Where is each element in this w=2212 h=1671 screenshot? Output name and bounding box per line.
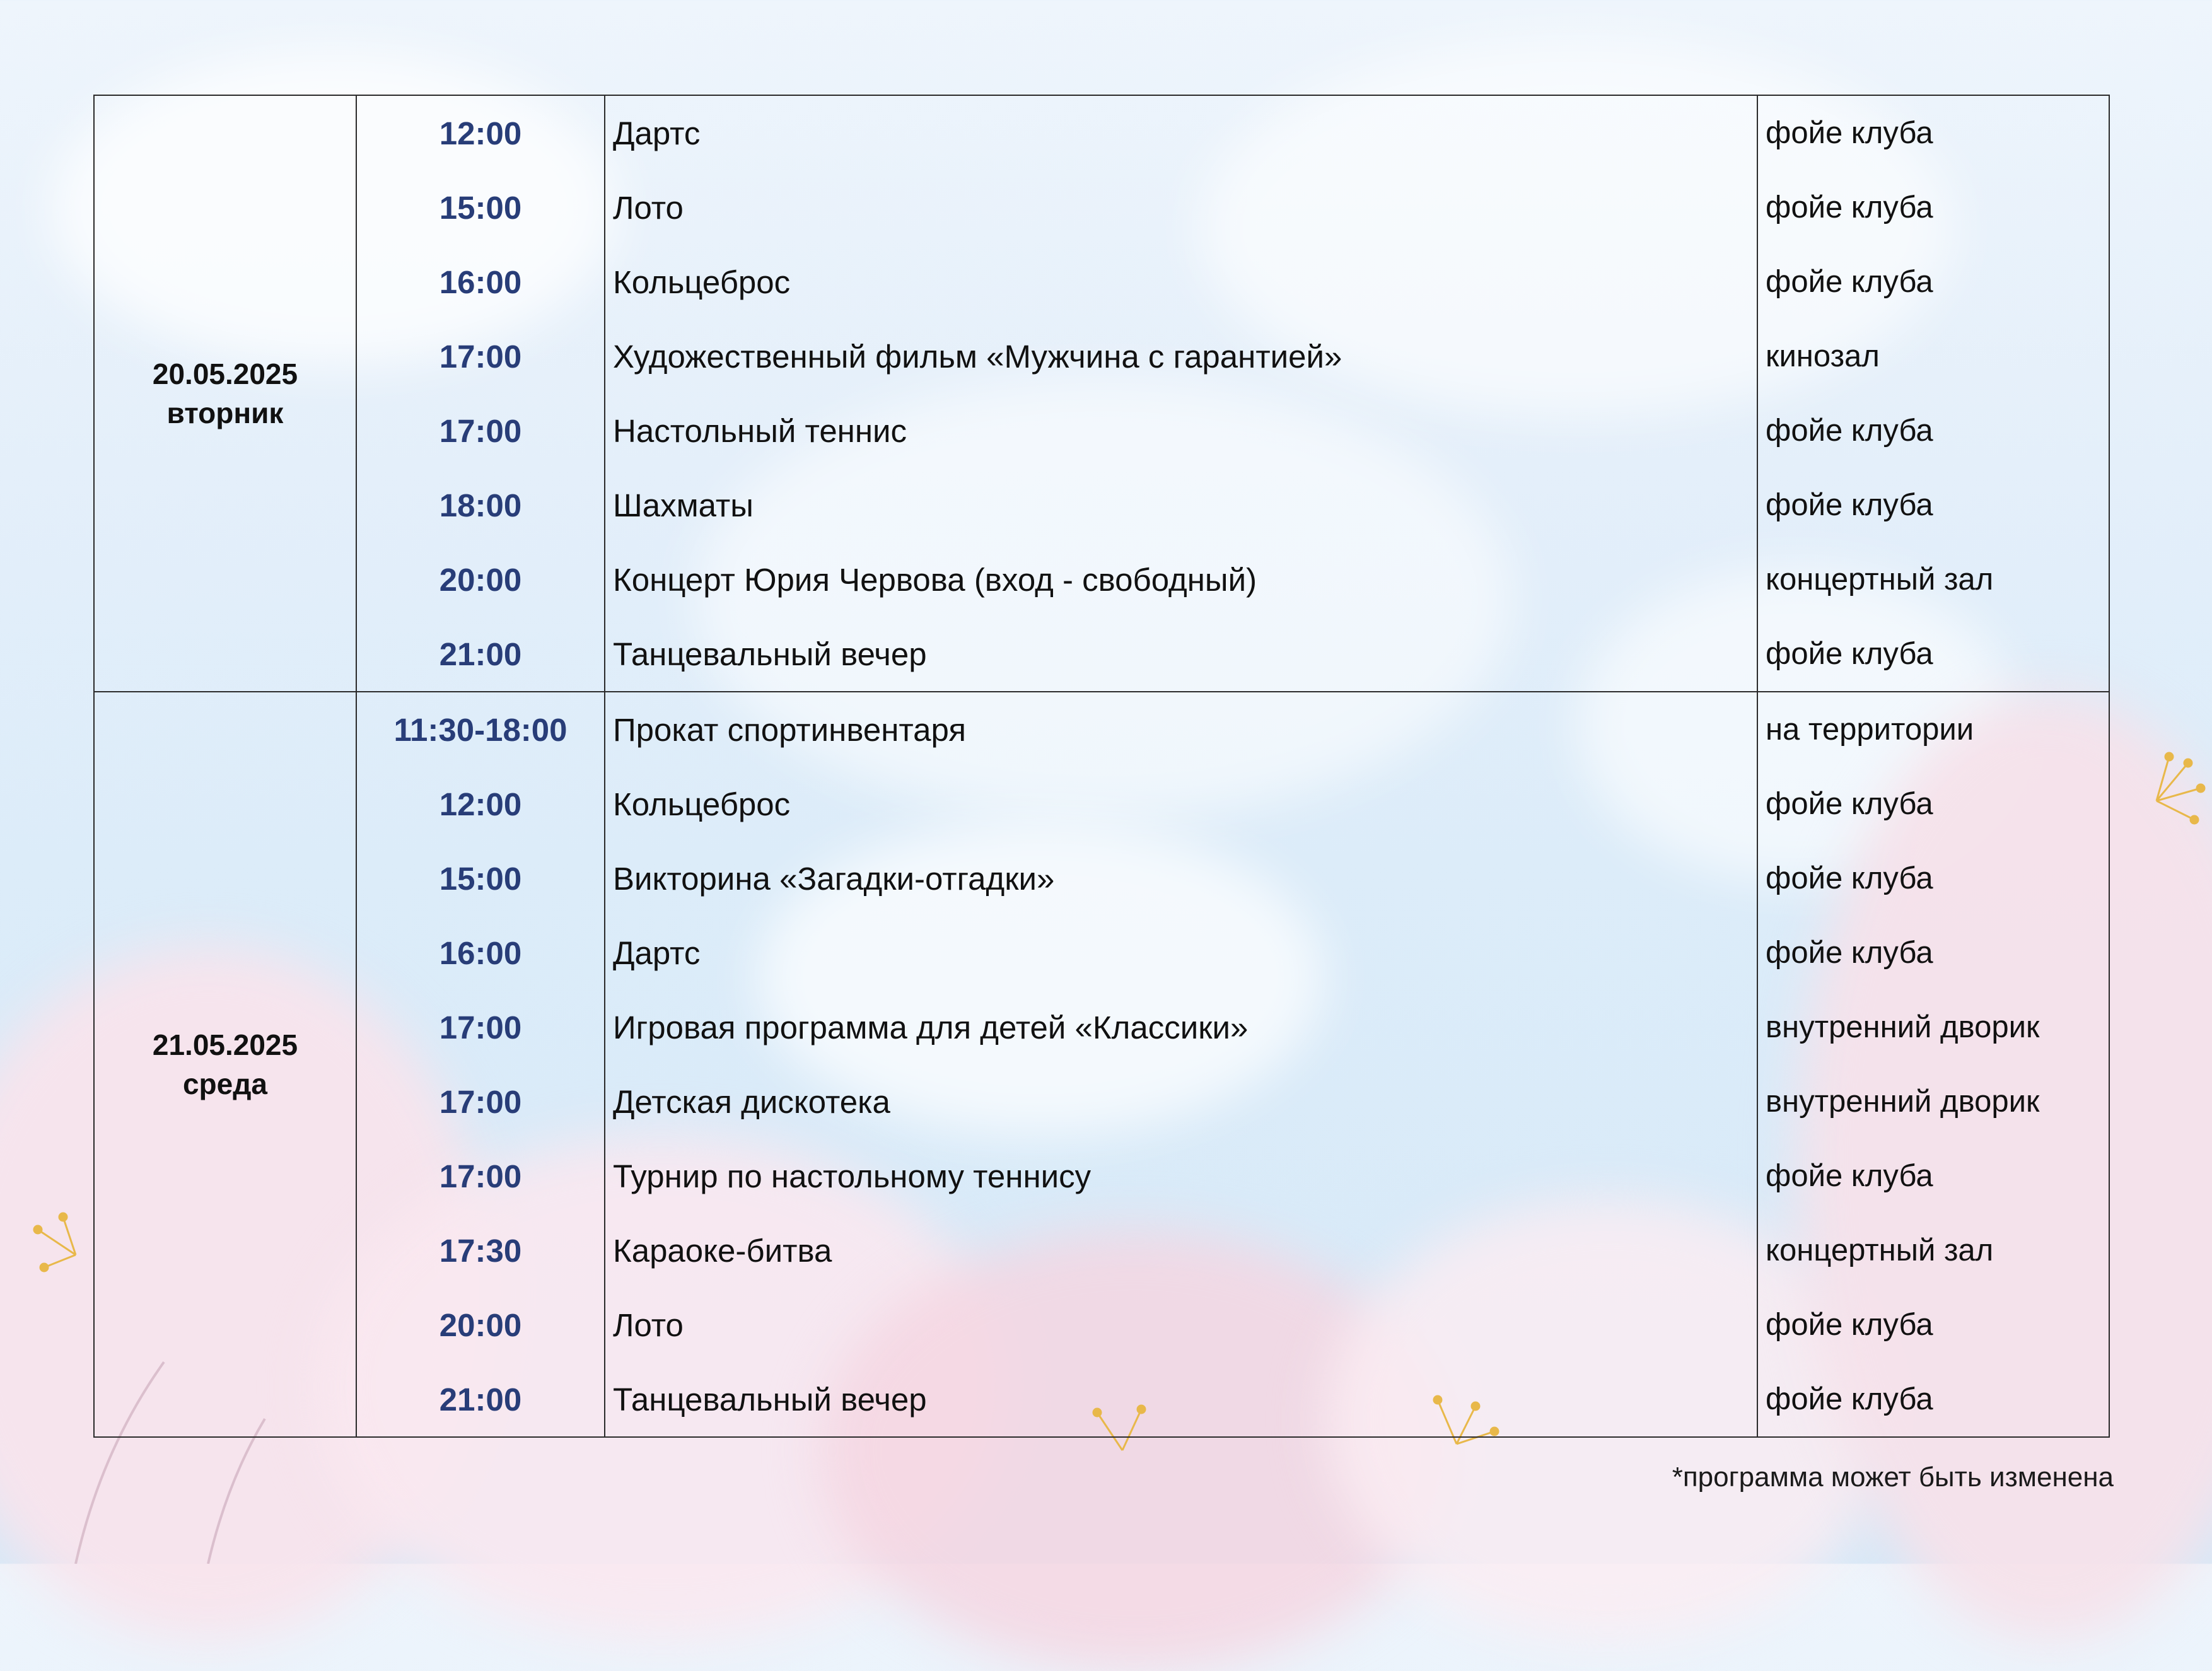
event-time: 11:30-18:00: [356, 691, 605, 767]
event-title: Детская дискотека: [604, 1064, 1758, 1139]
footnote: *программа может быть изменена: [1672, 1462, 2114, 1493]
event-title: Концерт Юрия Червова (вход - свободный): [604, 542, 1758, 617]
event-title: Прокат спортинвентаря: [604, 691, 1758, 767]
event-title: Художественный фильм «Мужчина с гарантие…: [604, 319, 1758, 393]
event-time: 17:00: [356, 1139, 605, 1213]
event-place: внутренний дворик: [1757, 1064, 2110, 1139]
event-schedule-table: 20.05.2025 вторник 12:00 Дартс фойе клуба 15:…: [93, 95, 2110, 1438]
event-title: Танцевальный вечер: [604, 617, 1758, 692]
event-time: 18:00: [356, 468, 605, 542]
event-time: 12:00: [356, 95, 605, 170]
event-time: 17:00: [356, 319, 605, 393]
event-place: фойе клуба: [1757, 1288, 2110, 1362]
schedule-row: 17:00 Турнир по настольному теннису фойе к…: [94, 1139, 2110, 1213]
schedule-row: 12:00 Кольцеброс фойе клуба: [94, 767, 2110, 841]
event-place: фойе клуба: [1757, 95, 2110, 170]
event-time: 16:00: [356, 245, 605, 319]
event-time: 20:00: [356, 542, 605, 617]
day-date: 20.05.2025: [152, 358, 298, 390]
event-title: Дартс: [604, 95, 1758, 170]
event-place: фойе клуба: [1757, 916, 2110, 990]
event-place: фойе клуба: [1757, 1139, 2110, 1213]
event-place: концертный зал: [1757, 1213, 2110, 1288]
event-place: фойе клуба: [1757, 393, 2110, 468]
schedule-row: 16:00 Дартс фойе клуба: [94, 916, 2110, 990]
event-time: 20:00: [356, 1288, 605, 1362]
schedule-row: 15:00 Викторина «Загадки-отгадки» фойе клу…: [94, 841, 2110, 916]
event-place: фойе клуба: [1757, 767, 2110, 841]
event-time: 15:00: [356, 841, 605, 916]
schedule-row: 17:30 Караоке-битва концертный зал: [94, 1213, 2110, 1288]
event-place: фойе клуба: [1757, 617, 2110, 692]
schedule-row: 20:00 Лото фойе клуба: [94, 1288, 2110, 1362]
event-place: кинозал: [1757, 319, 2110, 393]
event-title: Викторина «Загадки-отгадки»: [604, 841, 1758, 916]
event-time: 17:30: [356, 1213, 605, 1288]
schedule-row: 17:00 Настольный теннис фойе клуба: [94, 393, 2110, 468]
event-time: 17:00: [356, 990, 605, 1064]
day-date-cell: 21.05.2025 среда: [93, 691, 357, 1438]
event-title: Кольцеброс: [604, 767, 1758, 841]
schedule-row: 21:00 Танцевальный вечер фойе клуба: [94, 617, 2110, 692]
event-time: 17:00: [356, 393, 605, 468]
event-time: 17:00: [356, 1064, 605, 1139]
schedule-row: 20.05.2025 вторник 12:00 Дартс фойе клуба: [93, 95, 2110, 692]
day-weekday: среда: [182, 1068, 268, 1100]
schedule-row: 17:00 Детская дискотека внутренний дворик: [94, 1064, 2110, 1139]
event-time: 15:00: [356, 170, 605, 245]
schedule-row: 17:00 Игровая программа для детей «Класси…: [94, 990, 2110, 1064]
event-title: Караоке-битва: [604, 1213, 1758, 1288]
schedule-row: 18:00 Шахматы фойе клуба: [94, 468, 2110, 542]
day-date: 21.05.2025: [152, 1028, 298, 1061]
schedule-row: 21:00 Танцевальный вечер фойе клуба: [94, 1362, 2110, 1438]
event-time: 16:00: [356, 916, 605, 990]
schedule-row: 21.05.2025 среда 11:30-18:00 Прокат спортин…: [93, 691, 2110, 1438]
event-title: Настольный теннис: [604, 393, 1758, 468]
schedule-row: 17:00 Художественный фильм «Мужчина с гар…: [94, 319, 2110, 393]
event-place: фойе клуба: [1757, 170, 2110, 245]
event-title: Игровая программа для детей «Классики»: [604, 990, 1758, 1064]
event-title: Шахматы: [604, 468, 1758, 542]
day-weekday: вторник: [166, 397, 284, 429]
event-place: внутренний дворик: [1757, 990, 2110, 1064]
event-title: Лото: [604, 170, 1758, 245]
event-place: фойе клуба: [1757, 245, 2110, 319]
event-place: фойе клуба: [1757, 841, 2110, 916]
event-time: 21:00: [356, 1362, 605, 1438]
event-title: Танцевальный вечер: [604, 1362, 1758, 1438]
event-title: Кольцеброс: [604, 245, 1758, 319]
event-place: фойе клуба: [1757, 1362, 2110, 1438]
event-place: фойе клуба: [1757, 468, 2110, 542]
event-time: 12:00: [356, 767, 605, 841]
event-title: Турнир по настольному теннису: [604, 1139, 1758, 1213]
schedule-row: 16:00 Кольцеброс фойе клуба: [94, 245, 2110, 319]
day-date-cell: 20.05.2025 вторник: [93, 95, 357, 692]
schedule-row: 20:00 Концерт Юрия Червова (вход - свобод…: [94, 542, 2110, 617]
event-place: концертный зал: [1757, 542, 2110, 617]
schedule-row: 15:00 Лото фойе клуба: [94, 170, 2110, 245]
event-place: на территории: [1757, 691, 2110, 767]
event-title: Лото: [604, 1288, 1758, 1362]
event-title: Дартс: [604, 916, 1758, 990]
event-time: 21:00: [356, 617, 605, 692]
